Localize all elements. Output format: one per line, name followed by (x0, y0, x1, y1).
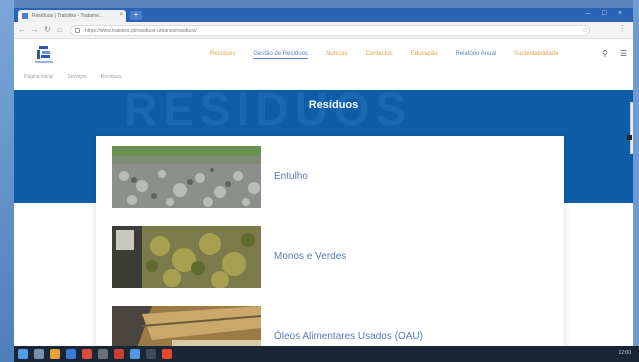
search-taskbar-icon[interactable] (34, 349, 44, 359)
side-widget[interactable] (630, 102, 633, 154)
close-window-icon[interactable]: × (618, 10, 622, 17)
tab-strip: Resíduos | Tratolixo - Tratame... × + – … (14, 8, 633, 22)
site-header: Resíduos Gestão de Resíduos Notícias Con… (14, 39, 633, 71)
favicon-icon (22, 13, 28, 19)
item-label[interactable]: Monos e Verdes (274, 251, 346, 262)
taskbar: 12:00 (14, 346, 639, 362)
item-label[interactable]: Entulho (274, 171, 308, 182)
rubble-photo-icon[interactable] (112, 146, 261, 208)
forward-arrow-icon[interactable]: → (31, 25, 39, 34)
breadcrumb-services[interactable]: Serviços (67, 74, 86, 80)
url-input[interactable]: https://www.tratolixo.pt/residuos-urbano… (70, 25, 590, 36)
scroll-marker-icon (627, 135, 632, 140)
main-nav: Resíduos Gestão de Resíduos Notícias Con… (210, 51, 559, 59)
menu-icon[interactable]: ☰ (620, 49, 627, 58)
file-explorer-icon[interactable] (50, 349, 60, 359)
back-arrow-icon[interactable]: ← (18, 25, 26, 34)
app-taskbar-icon[interactable] (82, 349, 92, 359)
lock-icon (75, 28, 80, 33)
nav-item-relatorio[interactable]: Relatório Anual (455, 51, 496, 59)
hero-background-text: RESÍDUOS (124, 90, 413, 135)
browser-window: Resíduos | Tratolixo - Tratame... × + – … (14, 8, 633, 346)
nav-item-educacao[interactable]: Educação (411, 51, 438, 59)
nav-item-sustentabilidade[interactable]: Sustentabilidade (514, 51, 558, 59)
app-taskbar-icon[interactable] (114, 349, 124, 359)
app-taskbar-icon[interactable] (130, 349, 140, 359)
browser-taskbar-icon[interactable] (66, 349, 76, 359)
nav-item-residuos[interactable]: Resíduos (210, 51, 235, 59)
maximize-icon[interactable]: □ (602, 10, 606, 17)
minimize-icon[interactable]: – (586, 10, 590, 17)
breadcrumb-home[interactable]: Página inicial (24, 74, 53, 80)
breadcrumb: Página inicial Serviços Resíduos (24, 74, 122, 80)
item-label[interactable]: Óleos Alimentares Usados (OAU) (274, 331, 423, 342)
app-taskbar-icon[interactable] (162, 349, 172, 359)
home-icon[interactable]: ⌂ (57, 25, 62, 34)
search-icon[interactable]: ⚲ (602, 49, 608, 58)
green-waste-photo-icon[interactable] (112, 226, 261, 288)
desktop-background-right (633, 0, 639, 362)
used-oil-photo-icon[interactable] (112, 306, 261, 346)
reload-icon[interactable]: ↻ (44, 25, 51, 34)
site-logo-icon[interactable] (30, 45, 58, 65)
tab-title: Resíduos | Tratolixo - Tratame... (32, 13, 104, 19)
start-icon[interactable] (18, 349, 28, 359)
nav-item-noticias[interactable]: Notícias (326, 51, 348, 59)
desktop-background (0, 0, 14, 362)
url-text: https://www.tratolixo.pt/residuos-urbano… (85, 28, 197, 34)
nav-item-gestao[interactable]: Gestão de Resíduos (253, 51, 309, 59)
hero-section: RESÍDUOS Resíduos Entulho Monos e Verdes… (14, 90, 633, 346)
taskbar-clock: 12:00 (618, 350, 631, 356)
breadcrumb-current: Resíduos (100, 74, 122, 80)
browser-tab[interactable]: Resíduos | Tratolixo - Tratame... × (18, 10, 126, 22)
app-taskbar-icon[interactable] (146, 349, 156, 359)
nav-item-contactos[interactable]: Contactos (366, 51, 393, 59)
address-bar: ← → ↻ ⌂ https://www.tratolixo.pt/residuo… (14, 22, 633, 39)
new-tab-button[interactable]: + (130, 11, 142, 20)
waste-list-card: Entulho Monos e Verdes Óleos Alimentares… (96, 136, 564, 346)
page-title: Resíduos (308, 99, 359, 111)
list-item[interactable]: Entulho (112, 146, 542, 208)
list-item[interactable]: Monos e Verdes (112, 226, 542, 288)
app-taskbar-icon[interactable] (98, 349, 108, 359)
close-tab-icon[interactable]: × (119, 12, 123, 18)
bookmark-star-icon[interactable]: ☆ (582, 26, 588, 34)
browser-menu-icon[interactable]: ⋮ (618, 24, 626, 33)
list-item[interactable]: Óleos Alimentares Usados (OAU) (112, 306, 542, 346)
